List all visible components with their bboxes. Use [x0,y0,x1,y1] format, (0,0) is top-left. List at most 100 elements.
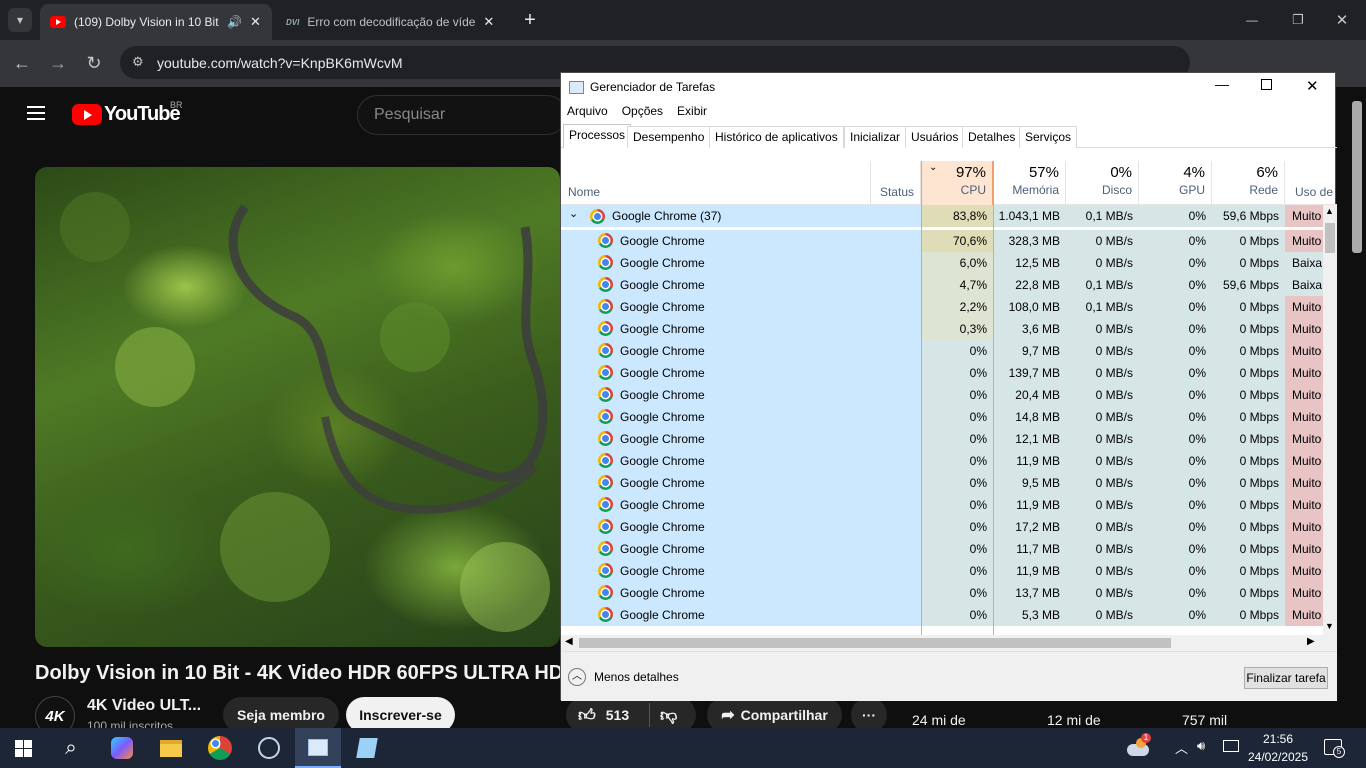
chrome-icon [598,255,613,270]
column-status[interactable]: Status [871,161,921,205]
back-arrow-icon[interactable]: ← [10,51,34,75]
process-row[interactable]: Google Chrome 0% 20,4 MB 0 MB/s 0% 0 Mbps Muit… [561,384,1323,406]
restore-button[interactable]: ❐ [1286,8,1310,32]
process-group-row[interactable]: ⌄ Google Chrome (37) 83,8% 1.043,1 MB 0,… [561,205,1323,227]
process-row[interactable]: Google Chrome 0% 13,7 MB 0 MB/s 0% 0 Mbps Muit… [561,582,1323,604]
process-row[interactable]: Google Chrome 0% 9,5 MB 0 MB/s 0% 0 Mbps Muito [561,472,1323,494]
search-icon[interactable]: ⌕ [48,728,94,768]
horizontal-scrollbar[interactable]: ◀ ▶ [561,635,1337,651]
file-explorer-icon[interactable] [148,728,194,768]
notifications-icon[interactable]: 5 [1324,739,1345,758]
start-button[interactable] [0,728,46,768]
scroll-thumb[interactable] [579,638,1171,648]
close-window-button[interactable]: ✕ [1330,8,1354,32]
process-row[interactable]: Google Chrome 0% 11,9 MB 0 MB/s 0% 0 Mbps Muit… [561,494,1323,516]
process-row[interactable]: Google Chrome 2,2% 108,0 MB 0,1 MB/s 0% 0 Mbp… [561,296,1323,318]
process-row[interactable]: Google Chrome 0% 139,7 MB 0 MB/s 0% 0 Mbps Mui… [561,362,1323,384]
end-task-button[interactable]: Finalizar tarefa [1244,667,1328,689]
tray-chevron-icon[interactable]: ︿ [1175,738,1188,757]
cpu-cell: 0% [921,406,993,428]
process-row[interactable]: Google Chrome 0% 11,9 MB 0 MB/s 0% 0 Mbps Muit… [561,450,1323,472]
expand-chevron-icon[interactable]: ⌄ [569,207,578,220]
hamburger-menu-icon[interactable] [27,106,45,120]
tab-processos[interactable]: Processos [563,124,632,148]
less-details-link[interactable]: Menos detalhes [594,670,679,684]
tab-search-button[interactable]: ▾ [8,8,32,32]
minimize-button[interactable]: — [1215,76,1229,92]
network-cell: 0 Mbps [1212,230,1285,252]
channel-name[interactable]: 4K Video ULT... [87,697,201,715]
app-taskbar-icon[interactable] [344,728,390,768]
maximize-button[interactable] [1261,79,1272,90]
volume-icon[interactable]: 🔊︎ [1197,738,1205,754]
minimize-button[interactable]: — [1240,8,1264,32]
column-cpu[interactable]: ⌄ 97% CPU [921,161,993,205]
cpu-cell: 0% [921,428,993,450]
vertical-scrollbar[interactable]: ▲ ▼ [1323,205,1337,635]
process-row[interactable]: Google Chrome 0% 14,8 MB 0 MB/s 0% 0 Mbps Muit… [561,406,1323,428]
task-manager-taskbar-icon[interactable] [295,728,341,768]
column-memory[interactable]: 57% Memória [993,161,1066,205]
tab-desempenho[interactable]: Desempenho [627,126,711,148]
search-input[interactable]: Pesquisar [357,95,567,135]
video-player[interactable] [35,167,560,647]
tab-usuarios[interactable]: Usuários [905,126,965,148]
tab-detalhes[interactable]: Detalhes [962,126,1022,148]
reload-icon[interactable]: ↻ [82,51,106,75]
youtube-logo-icon[interactable] [72,104,102,125]
tab-youtube[interactable]: (109) Dolby Vision in 10 Bit 🔊 ✕ [40,4,272,40]
network-cell: 0 Mbps [1212,472,1285,494]
scroll-down-icon[interactable]: ▼ [1325,621,1334,631]
tab-inicializar[interactable]: Inicializar [844,126,907,148]
column-network[interactable]: 6% Rede [1212,161,1285,205]
page-scrollbar[interactable] [1350,87,1366,728]
process-row[interactable]: Google Chrome 0% 11,9 MB 0 MB/s 0% 0 Mbps Muit… [561,560,1323,582]
memory-cell: 12,5 MB [993,252,1066,274]
process-row[interactable]: Google Chrome 4,7% 22,8 MB 0,1 MB/s 0% 59,6 M… [561,274,1323,296]
tab-servicos[interactable]: Serviços [1019,126,1078,148]
close-tab-icon[interactable]: ✕ [483,14,494,30]
column-power[interactable]: Uso de e [1285,161,1337,205]
process-row[interactable]: Google Chrome 6,0% 12,5 MB 0 MB/s 0% 0 Mbps Ba… [561,252,1323,274]
scroll-left-icon[interactable]: ◀ [565,636,573,647]
tab-historico[interactable]: Histórico de aplicativos [709,126,844,148]
menu-arquivo[interactable]: Arquivo [567,104,608,118]
process-row[interactable]: Google Chrome 0% 12,1 MB 0 MB/s 0% 0 Mbps Muit… [561,428,1323,450]
process-row[interactable]: Google Chrome 0% 17,2 MB 0 MB/s 0% 0 Mbps Muit… [561,516,1323,538]
forward-arrow-icon[interactable]: → [46,51,70,75]
new-tab-button[interactable]: + [518,8,542,32]
scroll-thumb[interactable] [1325,223,1335,253]
menu-opcoes[interactable]: Opções [622,104,663,118]
process-row[interactable]: Google Chrome 0% 11,7 MB 0 MB/s 0% 0 Mbps Muit… [561,538,1323,560]
weather-icon[interactable]: 1 [1126,733,1152,760]
column-disk[interactable]: 0% Disco [1066,161,1139,205]
copilot-icon[interactable] [99,728,145,768]
process-row[interactable]: Google Chrome 0% 5,3 MB 0 MB/s 0% 0 Mbps Muito [561,604,1323,626]
menu-exibir[interactable]: Exibir [677,104,707,118]
scroll-right-icon[interactable]: ▶ [1307,636,1315,647]
chrome-taskbar-icon[interactable] [197,728,243,768]
site-favicon-icon: DVI [286,17,300,27]
steam-icon[interactable] [246,728,292,768]
collapse-chevron-icon[interactable]: ︿ [568,668,586,686]
tab-error[interactable]: DVI Erro com decodificação de víde ✕ [276,4,508,40]
clock-time[interactable]: 21:56 [1250,732,1306,746]
gpu-cell: 0% [1139,318,1212,340]
column-gpu[interactable]: 4% GPU [1139,161,1212,205]
disk-cell: 0 MB/s [1066,428,1139,450]
thumbs-down-icon[interactable]: 👎︎ [660,705,677,726]
process-row[interactable]: Google Chrome 70,6% 328,3 MB 0 MB/s 0% 0 Mbps… [561,230,1323,252]
scroll-up-icon[interactable]: ▲ [1325,206,1334,216]
process-row[interactable]: Google Chrome 0,3% 3,6 MB 0 MB/s 0% 0 Mbps Mui… [561,318,1323,340]
process-name: Google Chrome (37) [612,209,722,223]
site-info-icon[interactable]: ⚙ [132,54,144,70]
close-button[interactable]: ✕ [1306,77,1319,95]
speaker-icon[interactable]: 🔊 [227,15,242,29]
chrome-icon [598,585,613,600]
chrome-icon [598,497,613,512]
close-tab-icon[interactable]: ✕ [250,14,261,30]
column-name[interactable]: Nome [561,161,871,205]
network-icon[interactable] [1223,740,1239,752]
process-row[interactable]: Google Chrome 0% 9,7 MB 0 MB/s 0% 0 Mbps Muito [561,340,1323,362]
clock-date[interactable]: 24/02/2025 [1246,750,1310,764]
